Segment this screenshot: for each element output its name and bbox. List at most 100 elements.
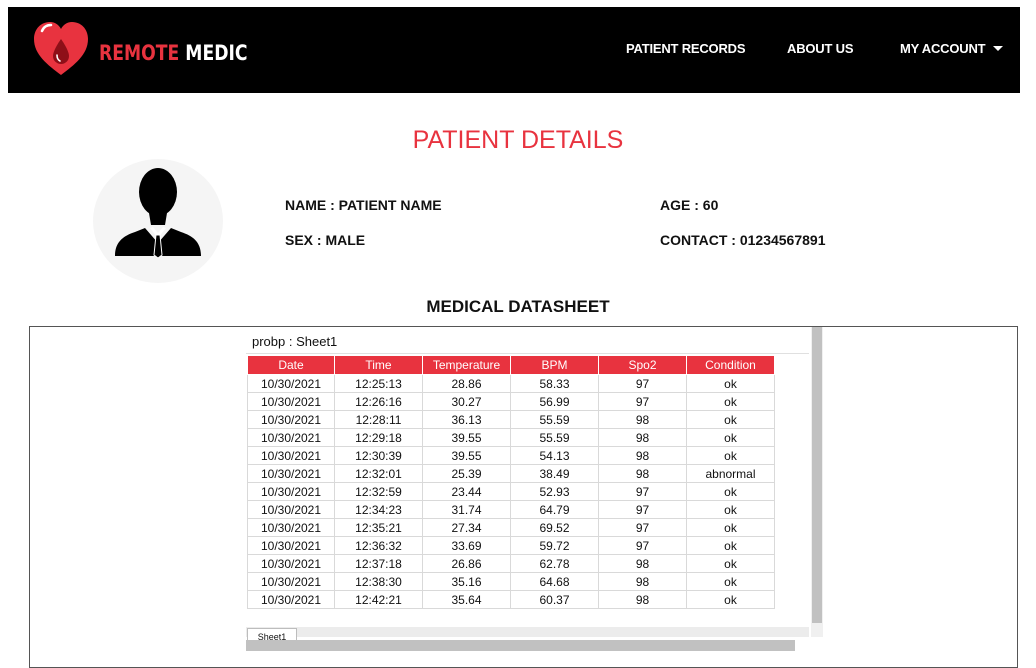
column-header-time: Time [334,355,423,375]
cell-bpm: 56.99 [510,392,599,411]
caret-down-icon [993,46,1004,52]
cell-date: 10/30/2021 [247,410,335,429]
cell-spo2: 97 [598,536,687,555]
cell-date: 10/30/2021 [247,482,335,501]
cell-bpm: 64.68 [510,572,599,591]
heart-drop-icon[interactable] [30,17,92,79]
patient-age: AGE : 60 [660,197,719,213]
cell-spo2: 98 [598,464,687,483]
cell-condition: ok [686,590,775,609]
cell-temperature: 35.64 [422,590,511,609]
cell-temperature: 26.86 [422,554,511,573]
cell-temperature: 27.34 [422,518,511,537]
sheet-tab-bar [246,627,809,637]
cell-condition: ok [686,482,775,501]
patient-sex: SEX : MALE [285,232,366,248]
table-row: 10/30/2021 12:29:18 39.55 55.59 98 ok [247,428,775,447]
cell-spo2: 97 [598,518,687,537]
cell-bpm: 60.37 [510,590,599,609]
cell-date: 10/30/2021 [247,428,335,447]
cell-bpm: 38.49 [510,464,599,483]
cell-bpm: 59.72 [510,536,599,555]
cell-date: 10/30/2021 [247,446,335,465]
caption-divider [246,353,809,354]
brand-part-medic: MEDIC [185,41,248,65]
cell-time: 12:34:23 [334,500,423,519]
cell-spo2: 98 [598,446,687,465]
column-header-condition: Condition [686,355,775,375]
cell-spo2: 98 [598,410,687,429]
table-row: 10/30/2021 12:34:23 31.74 64.79 97 ok [247,500,775,519]
cell-bpm: 55.59 [510,428,599,447]
patient-contact: CONTACT : 01234567891 [660,232,826,248]
cell-temperature: 33.69 [422,536,511,555]
table-row: 10/30/2021 12:35:21 27.34 69.52 97 ok [247,518,775,537]
cell-temperature: 28.86 [422,374,511,393]
nav-patient-records[interactable]: PATIENT RECORDS [626,41,746,57]
cell-bpm: 55.59 [510,410,599,429]
cell-time: 12:38:30 [334,572,423,591]
cell-date: 10/30/2021 [247,536,335,555]
top-navbar: REMOTE MEDIC PATIENT RECORDS ABOUT US MY… [8,7,1020,93]
cell-temperature: 35.16 [422,572,511,591]
column-header-temperature: Temperature [422,355,511,375]
user-silhouette-icon [115,168,201,259]
cell-date: 10/30/2021 [247,554,335,573]
cell-date: 10/30/2021 [247,374,335,393]
cell-condition: ok [686,536,775,555]
table-row: 10/30/2021 12:26:16 30.27 56.99 97 ok [247,392,775,411]
cell-time: 12:28:11 [334,410,423,429]
cell-time: 12:26:16 [334,392,423,411]
table-row: 10/30/2021 12:32:59 23.44 52.93 97 ok [247,482,775,501]
brand-wordmark[interactable]: REMOTE MEDIC [99,40,248,66]
cell-temperature: 30.27 [422,392,511,411]
cell-date: 10/30/2021 [247,518,335,537]
cell-condition: ok [686,446,775,465]
nav-about-us[interactable]: ABOUT US [787,41,853,57]
cell-condition: ok [686,410,775,429]
cell-spo2: 97 [598,392,687,411]
cell-spo2: 98 [598,428,687,447]
table-row: 10/30/2021 12:30:39 39.55 54.13 98 ok [247,446,775,465]
cell-temperature: 39.55 [422,446,511,465]
column-header-bpm: BPM [510,355,599,375]
cell-condition: ok [686,428,775,447]
brand-part-remote: REMOTE [99,41,180,65]
cell-time: 12:32:01 [334,464,423,483]
nav-my-account[interactable]: MY ACCOUNT [900,41,1004,57]
cell-bpm: 64.79 [510,500,599,519]
cell-bpm: 54.13 [510,446,599,465]
cell-temperature: 31.74 [422,500,511,519]
cell-spo2: 98 [598,572,687,591]
page-title: PATIENT DETAILS [412,126,624,154]
table-row: 10/30/2021 12:25:13 28.86 58.33 97 ok [247,374,775,393]
cell-spo2: 98 [598,554,687,573]
cell-time: 12:42:21 [334,590,423,609]
horizontal-scrollbar[interactable] [246,640,795,651]
cell-temperature: 23.44 [422,482,511,501]
cell-condition: ok [686,518,775,537]
table-header-row: Date Time Temperature BPM Spo2 Condition [247,355,775,375]
cell-bpm: 58.33 [510,374,599,393]
table-row: 10/30/2021 12:32:01 25.39 38.49 98 abnor… [247,464,775,483]
cell-condition: ok [686,572,775,591]
cell-spo2: 98 [598,590,687,609]
table-row: 10/30/2021 12:42:21 35.64 60.37 98 ok [247,590,775,609]
sheet-caption: probp : Sheet1 [252,334,338,349]
cell-bpm: 62.78 [510,554,599,573]
datasheet-table: Date Time Temperature BPM Spo2 Condition… [247,355,775,609]
cell-date: 10/30/2021 [247,572,335,591]
cell-condition: abnormal [686,464,775,483]
cell-condition: ok [686,500,775,519]
cell-temperature: 39.55 [422,428,511,447]
cell-time: 12:37:18 [334,554,423,573]
column-header-date: Date [247,355,335,375]
cell-time: 12:25:13 [334,374,423,393]
section-title: MEDICAL DATASHEET [426,297,610,316]
cell-spo2: 97 [598,500,687,519]
vertical-scroll-thumb[interactable] [812,327,822,623]
nav-my-account-label: MY ACCOUNT [900,41,986,56]
cell-spo2: 97 [598,374,687,393]
cell-time: 12:29:18 [334,428,423,447]
patient-name: NAME : PATIENT NAME [285,197,442,213]
